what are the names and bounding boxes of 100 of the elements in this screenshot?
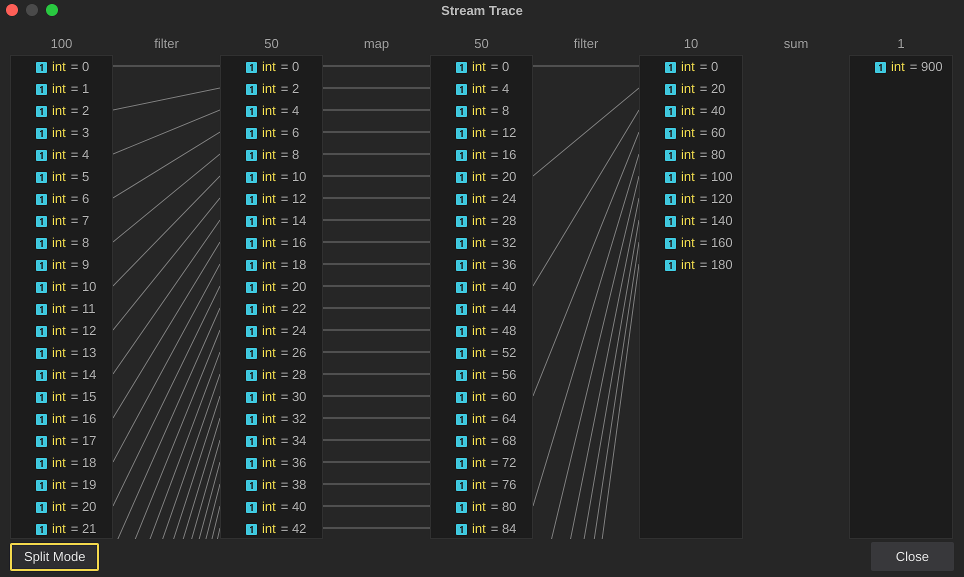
stream-value[interactable]: int = 14 bbox=[11, 364, 112, 386]
stream-value[interactable]: int = 32 bbox=[221, 408, 322, 430]
stream-value[interactable]: int = 2 bbox=[221, 78, 322, 100]
stream-value[interactable]: int = 40 bbox=[640, 100, 742, 122]
stream-value[interactable]: int = 44 bbox=[431, 298, 532, 320]
value-text: = 24 bbox=[490, 190, 516, 208]
stream-value[interactable]: int = 100 bbox=[640, 166, 742, 188]
stream-value[interactable]: int = 30 bbox=[221, 386, 322, 408]
value-type: int bbox=[681, 102, 695, 120]
close-button[interactable]: Close bbox=[870, 542, 954, 571]
stream-value[interactable]: int = 180 bbox=[640, 254, 742, 276]
stream-value[interactable]: int = 42 bbox=[221, 518, 322, 538]
stream-value[interactable]: int = 18 bbox=[221, 254, 322, 276]
stream-value[interactable]: int = 26 bbox=[221, 342, 322, 364]
value-type: int bbox=[52, 212, 66, 230]
stream-value[interactable]: int = 17 bbox=[11, 430, 112, 452]
stream-value[interactable]: int = 76 bbox=[431, 474, 532, 496]
stream-value[interactable]: int = 160 bbox=[640, 232, 742, 254]
stream-value[interactable]: int = 16 bbox=[221, 232, 322, 254]
value-type: int bbox=[52, 520, 66, 538]
close-window-icon[interactable] bbox=[6, 4, 18, 16]
stream-value[interactable]: int = 1 bbox=[11, 78, 112, 100]
stream-value[interactable]: int = 28 bbox=[221, 364, 322, 386]
stream-value[interactable]: int = 11 bbox=[11, 298, 112, 320]
stream-value[interactable]: int = 900 bbox=[850, 56, 952, 78]
stream-value[interactable]: int = 22 bbox=[221, 298, 322, 320]
stream-value[interactable]: int = 20 bbox=[640, 78, 742, 100]
value-type: int bbox=[52, 432, 66, 450]
stream-value[interactable]: int = 5 bbox=[11, 166, 112, 188]
stream-value[interactable]: int = 0 bbox=[221, 56, 322, 78]
stream-value[interactable]: int = 72 bbox=[431, 452, 532, 474]
stream-value[interactable]: int = 6 bbox=[221, 122, 322, 144]
stream-value[interactable]: int = 80 bbox=[431, 496, 532, 518]
stream-value[interactable]: int = 13 bbox=[11, 342, 112, 364]
stream-value[interactable]: int = 52 bbox=[431, 342, 532, 364]
stream-value[interactable]: int = 10 bbox=[11, 276, 112, 298]
stream-value[interactable]: int = 12 bbox=[431, 122, 532, 144]
stream-value[interactable]: int = 68 bbox=[431, 430, 532, 452]
value-text: = 8 bbox=[490, 102, 510, 120]
stream-value[interactable]: int = 36 bbox=[431, 254, 532, 276]
number-icon bbox=[246, 502, 257, 512]
stream-value[interactable]: int = 20 bbox=[221, 276, 322, 298]
stream-value[interactable]: int = 34 bbox=[221, 430, 322, 452]
stream-value[interactable]: int = 60 bbox=[431, 386, 532, 408]
stream-value[interactable]: int = 36 bbox=[221, 452, 322, 474]
stream-value[interactable]: int = 24 bbox=[221, 320, 322, 342]
value-text: = 40 bbox=[280, 498, 306, 516]
stream-value[interactable]: int = 16 bbox=[431, 144, 532, 166]
stream-value[interactable]: int = 32 bbox=[431, 232, 532, 254]
stream-value[interactable]: int = 0 bbox=[640, 56, 742, 78]
value-type: int bbox=[52, 454, 66, 472]
stream-value[interactable]: int = 7 bbox=[11, 210, 112, 232]
stream-value[interactable]: int = 20 bbox=[431, 166, 532, 188]
value-text: = 21 bbox=[70, 520, 96, 538]
stream-value[interactable]: int = 0 bbox=[431, 56, 532, 78]
stream-value[interactable]: int = 8 bbox=[11, 232, 112, 254]
operation-label: filter bbox=[154, 35, 179, 54]
value-text: = 14 bbox=[280, 212, 306, 230]
stream-value[interactable]: int = 2 bbox=[11, 100, 112, 122]
stream-value[interactable]: int = 21 bbox=[11, 518, 112, 538]
stream-value[interactable]: int = 28 bbox=[431, 210, 532, 232]
stream-value[interactable]: int = 48 bbox=[431, 320, 532, 342]
stream-value[interactable]: int = 3 bbox=[11, 122, 112, 144]
stream-value[interactable]: int = 24 bbox=[431, 188, 532, 210]
value-text: = 19 bbox=[70, 476, 96, 494]
stream-value[interactable]: int = 16 bbox=[11, 408, 112, 430]
value-type: int bbox=[262, 58, 276, 76]
stream-value[interactable]: int = 4 bbox=[11, 144, 112, 166]
stream-value[interactable]: int = 4 bbox=[221, 100, 322, 122]
stream-value[interactable]: int = 12 bbox=[11, 320, 112, 342]
element-count: 10 bbox=[684, 35, 698, 54]
stream-value[interactable]: int = 20 bbox=[11, 496, 112, 518]
stream-value[interactable]: int = 18 bbox=[11, 452, 112, 474]
zoom-window-icon[interactable] bbox=[46, 4, 58, 16]
stream-value[interactable]: int = 19 bbox=[11, 474, 112, 496]
split-mode-button[interactable]: Split Mode bbox=[10, 542, 100, 570]
stream-value[interactable]: int = 84 bbox=[431, 518, 532, 538]
stream-value[interactable]: int = 120 bbox=[640, 188, 742, 210]
value-type: int bbox=[472, 234, 486, 252]
stream-value[interactable]: int = 40 bbox=[221, 496, 322, 518]
stream-value[interactable]: int = 4 bbox=[431, 78, 532, 100]
stream-value[interactable]: int = 64 bbox=[431, 408, 532, 430]
stream-value[interactable]: int = 56 bbox=[431, 364, 532, 386]
stream-value[interactable]: int = 12 bbox=[221, 188, 322, 210]
stream-value[interactable]: int = 80 bbox=[640, 144, 742, 166]
stream-value[interactable]: int = 140 bbox=[640, 210, 742, 232]
stream-value[interactable]: int = 38 bbox=[221, 474, 322, 496]
number-icon bbox=[246, 194, 257, 204]
stream-value[interactable]: int = 40 bbox=[431, 276, 532, 298]
stream-value[interactable]: int = 0 bbox=[11, 56, 112, 78]
stream-value[interactable]: int = 14 bbox=[221, 210, 322, 232]
stream-value[interactable]: int = 9 bbox=[11, 254, 112, 276]
value-type: int bbox=[52, 388, 66, 406]
stream-value[interactable]: int = 6 bbox=[11, 188, 112, 210]
stream-value[interactable]: int = 10 bbox=[221, 166, 322, 188]
stream-value[interactable]: int = 15 bbox=[11, 386, 112, 408]
value-type: int bbox=[681, 168, 695, 186]
stream-value[interactable]: int = 8 bbox=[221, 144, 322, 166]
stream-value[interactable]: int = 60 bbox=[640, 122, 742, 144]
stream-value[interactable]: int = 8 bbox=[431, 100, 532, 122]
